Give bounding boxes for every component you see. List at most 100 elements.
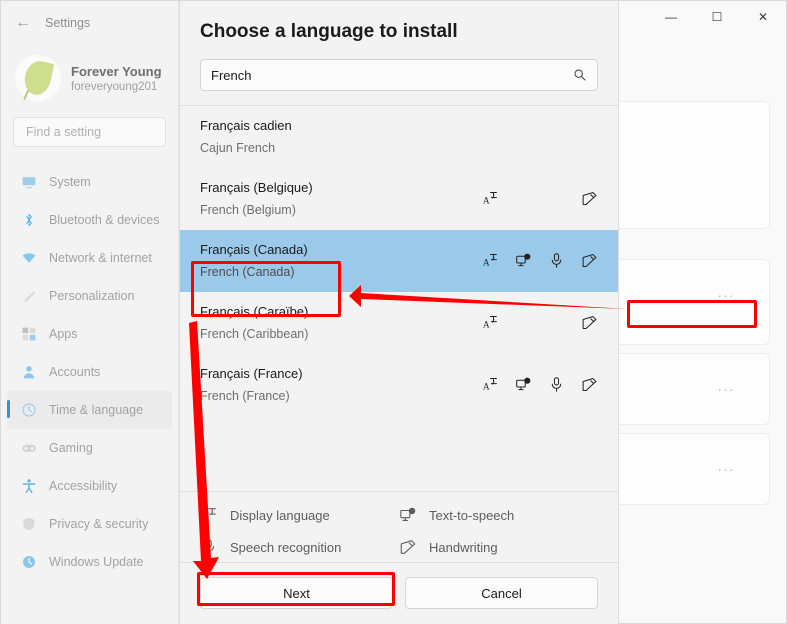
handwriting-capability-icon [581,314,598,331]
language-english-name: French (France) [200,388,290,403]
language-capabilities: A [478,128,598,145]
shield-icon [21,516,37,532]
legend-label: Display language [230,507,330,523]
choose-language-dialog: Choose a language to install Français ca… [179,1,619,624]
search-input[interactable]: Find a setting [13,117,166,147]
sidebar-item-apps[interactable]: Apps [1,315,178,353]
language-names: Français (France) French (France) [200,366,478,403]
search-icon [573,68,587,82]
overflow-menu-button[interactable]: ··· [718,462,736,477]
legend-item-display: A Display language [200,506,399,524]
accessibility-icon [21,478,37,494]
language-capabilities: A [478,190,598,207]
sidebar-item-personalization[interactable]: Personalization [1,277,178,315]
brush-icon [21,288,37,304]
sidebar-item-accounts[interactable]: Accounts [1,353,178,391]
settings-window: ← Settings Forever Young foreveryoung201… [0,0,787,624]
text-to-speech-icon [399,506,417,524]
language-names: Français (Caraïbe) French (Caribbean) [200,304,478,341]
sidebar-item-privacy-security[interactable]: Privacy & security [1,505,178,543]
language-list-item[interactable]: Français cadien Cajun French A [180,106,618,168]
language-capabilities: A [478,314,598,331]
speech-capability-icon [548,376,565,393]
minimize-button[interactable]: — [648,1,694,33]
language-native-name: Français (France) [200,365,303,381]
sidebar-item-label: Time & language [49,403,144,417]
leaf-icon [21,58,55,98]
language-names: Français (Canada) French (Canada) [200,242,478,279]
capability-legend: A Display language Text-to-speech Speech re… [180,491,618,562]
person-icon [21,364,37,380]
legend-label: Text-to-speech [429,507,515,523]
legend-label: Handwriting [429,539,498,555]
back-arrow-icon[interactable]: ← [15,15,31,31]
overflow-menu-button[interactable]: ··· [718,382,736,397]
app-title: Settings [45,16,91,30]
gamepad-icon [21,440,37,456]
maximize-button[interactable]: ☐ [694,1,740,33]
next-button[interactable]: Next [200,577,393,609]
handwriting-icon [399,538,417,556]
overflow-menu-button[interactable]: ··· [718,288,736,303]
svg-text:A: A [483,320,490,330]
language-list-item[interactable]: Français (Canada) French (Canada) A [180,230,618,292]
language-english-name: Cajun French [200,140,276,155]
language-names: Français cadien Cajun French [200,118,478,155]
svg-text:A: A [201,512,209,523]
search-placeholder: Find a setting [26,125,102,139]
svg-text:A: A [483,258,490,268]
sidebar-item-bluetooth-devices[interactable]: Bluetooth & devices [1,201,178,239]
display-capability-icon: A [482,252,499,269]
monitor-icon [21,174,37,190]
sidebar-item-label: Apps [49,327,78,341]
language-list-item[interactable]: Français (Belgique) French (Belgium) A [180,168,618,230]
dialog-title: Choose a language to install [200,21,458,42]
settings-sidebar: ← Settings Forever Young foreveryoung201… [1,1,179,624]
language-native-name: Français (Canada) [200,241,308,257]
legend-item-speech: Speech recognition [200,538,399,556]
sidebar-item-windows-update[interactable]: Windows Update [1,543,178,581]
language-native-name: Français (Belgique) [200,179,313,195]
sidebar-item-gaming[interactable]: Gaming [1,429,178,467]
language-search-input[interactable] [211,67,573,83]
handwriting-capability-icon [581,252,598,269]
avatar [15,55,61,101]
language-native-name: Français (Caraïbe) [200,303,309,319]
svg-text:A: A [483,196,490,206]
display-capability-icon: A [482,314,499,331]
language-english-name: French (Canada) [200,264,295,279]
display-capability-icon: A [482,190,499,207]
language-capabilities: A [478,252,598,269]
legend-item-tts: Text-to-speech [399,506,598,524]
language-english-name: French (Belgium) [200,202,296,217]
language-list: Français cadienCajun FrenchAFrançais (Be… [180,106,618,491]
close-button[interactable]: ✕ [740,1,786,33]
sidebar-item-label: System [49,175,91,189]
sidebar-item-time-language[interactable]: Time & language [7,391,172,429]
svg-text:A: A [483,382,490,392]
language-capabilities: A [478,376,598,393]
language-native-name: Français cadien [200,117,292,133]
sidebar-item-label: Accessibility [49,479,118,493]
wifi-icon [21,250,37,266]
display-capability-icon: A [482,376,499,393]
handwriting-capability-icon [581,190,598,207]
tts-capability-icon [515,376,532,393]
update-icon [21,554,37,570]
sidebar-nav: System Bluetooth & devices Network & inter… [1,163,178,581]
clock-icon [21,402,37,418]
tts-capability-icon [515,252,532,269]
dialog-search-wrap [180,43,618,91]
user-profile[interactable]: Forever Young foreveryoung201 [1,45,178,111]
sidebar-item-label: Bluetooth & devices [49,213,160,227]
sidebar-item-network-internet[interactable]: Network & internet [1,239,178,277]
language-list-item[interactable]: Français (Caraïbe) French (Caribbean) A [180,292,618,354]
legend-item-handwriting: Handwriting [399,538,598,556]
cancel-button[interactable]: Cancel [405,577,598,609]
sidebar-item-label: Windows Update [49,555,144,569]
sidebar-item-accessibility[interactable]: Accessibility [1,467,178,505]
language-search-box[interactable] [200,59,598,91]
sidebar-item-system[interactable]: System [1,163,178,201]
language-list-item[interactable]: Français (France) French (France) A [180,354,618,416]
sidebar-item-label: Accounts [49,365,101,379]
